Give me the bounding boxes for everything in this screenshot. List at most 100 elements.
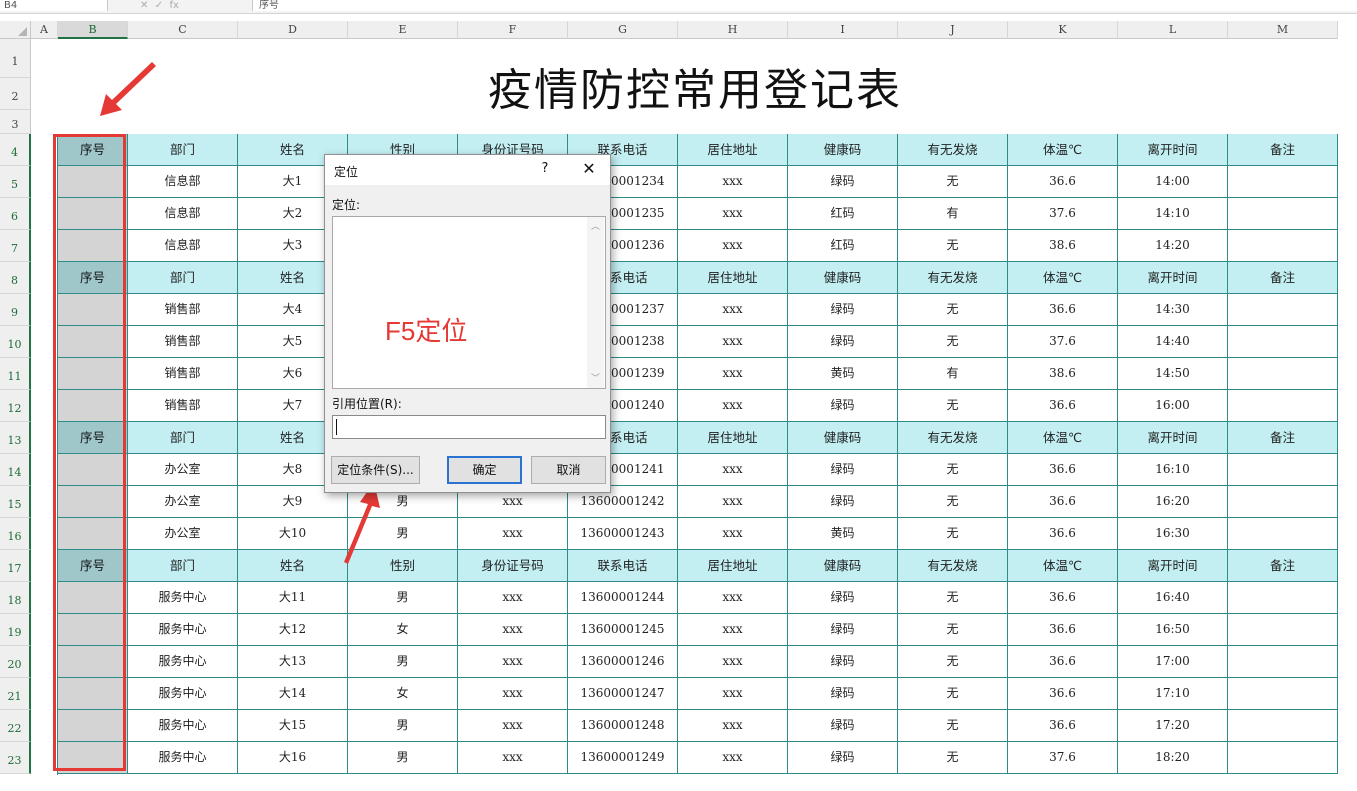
scroll-up-icon[interactable]: ︿ — [587, 219, 604, 232]
column-header-k[interactable]: K — [1008, 21, 1118, 39]
table-cell[interactable]: 男 — [348, 742, 458, 774]
table-cell[interactable]: 销售部 — [128, 326, 238, 358]
table-cell[interactable]: 服务中心 — [128, 582, 238, 614]
table-cell[interactable]: 有 — [898, 198, 1008, 230]
table-cell[interactable]: xxx — [458, 678, 568, 710]
table-cell[interactable] — [1228, 294, 1338, 326]
table-cell[interactable]: 无 — [898, 646, 1008, 678]
table-cell[interactable]: 红码 — [788, 230, 898, 262]
table-cell[interactable]: 服务中心 — [128, 614, 238, 646]
table-cell[interactable]: 无 — [898, 230, 1008, 262]
table-cell[interactable]: 大11 — [238, 582, 348, 614]
row-header-13[interactable]: 13 — [0, 422, 31, 454]
table-cell[interactable]: 女 — [348, 678, 458, 710]
table-cell[interactable] — [1228, 358, 1338, 390]
table-cell[interactable]: 13600001243 — [568, 518, 678, 550]
table-cell[interactable]: 13600001249 — [568, 742, 678, 774]
table-cell[interactable] — [1228, 326, 1338, 358]
table-cell[interactable]: xxx — [678, 294, 788, 326]
header-cell[interactable]: 体温℃ — [1008, 550, 1118, 582]
table-cell[interactable]: 无 — [898, 582, 1008, 614]
table-cell[interactable] — [1228, 518, 1338, 550]
table-cell[interactable]: 14:40 — [1118, 326, 1228, 358]
close-icon[interactable]: ✕ — [577, 158, 601, 180]
table-cell[interactable]: 绿码 — [788, 710, 898, 742]
table-cell[interactable]: 男 — [348, 710, 458, 742]
row-header-3[interactable]: 3 — [0, 110, 31, 134]
column-header-j[interactable]: J — [898, 21, 1008, 39]
table-cell[interactable]: 13600001244 — [568, 582, 678, 614]
table-cell[interactable]: xxx — [678, 326, 788, 358]
header-cell[interactable]: 居住地址 — [678, 550, 788, 582]
table-cell[interactable]: 36.6 — [1008, 710, 1118, 742]
table-cell[interactable]: 14:10 — [1118, 198, 1228, 230]
row-header-22[interactable]: 22 — [0, 710, 31, 742]
row-header-6[interactable]: 6 — [0, 198, 31, 230]
table-cell[interactable]: xxx — [678, 614, 788, 646]
header-cell[interactable]: 离开时间 — [1118, 262, 1228, 294]
table-cell[interactable]: 办公室 — [128, 486, 238, 518]
row-header-17[interactable]: 17 — [0, 550, 31, 582]
table-cell[interactable]: 大16 — [238, 742, 348, 774]
table-cell[interactable] — [1228, 582, 1338, 614]
table-cell[interactable]: 销售部 — [128, 294, 238, 326]
table-cell[interactable]: 红码 — [788, 198, 898, 230]
row-header-1[interactable]: 1 — [0, 39, 31, 78]
header-cell[interactable]: 备注 — [1228, 262, 1338, 294]
table-cell[interactable]: 男 — [348, 646, 458, 678]
header-cell[interactable]: 居住地址 — [678, 262, 788, 294]
table-cell[interactable]: xxx — [458, 582, 568, 614]
table-cell[interactable]: 36.6 — [1008, 294, 1118, 326]
table-cell[interactable]: 36.6 — [1008, 166, 1118, 198]
table-cell[interactable]: 服务中心 — [128, 710, 238, 742]
table-cell[interactable]: 17:10 — [1118, 678, 1228, 710]
table-cell[interactable]: 17:20 — [1118, 710, 1228, 742]
table-cell[interactable]: 绿码 — [788, 454, 898, 486]
table-cell[interactable]: 无 — [898, 614, 1008, 646]
table-cell[interactable]: 14:50 — [1118, 358, 1228, 390]
fx-icon[interactable]: fx — [170, 0, 179, 11]
table-cell[interactable]: 16:00 — [1118, 390, 1228, 422]
table-cell[interactable]: 绿码 — [788, 294, 898, 326]
table-cell[interactable]: 36.6 — [1008, 614, 1118, 646]
row-header-9[interactable]: 9 — [0, 294, 31, 326]
table-cell[interactable]: xxx — [678, 454, 788, 486]
table-cell[interactable] — [1228, 486, 1338, 518]
table-cell[interactable] — [1228, 614, 1338, 646]
header-cell[interactable]: 离开时间 — [1118, 550, 1228, 582]
table-cell[interactable]: 无 — [898, 390, 1008, 422]
header-cell[interactable]: 身份证号码 — [458, 550, 568, 582]
table-cell[interactable] — [1228, 678, 1338, 710]
table-cell[interactable]: 16:20 — [1118, 486, 1228, 518]
table-cell[interactable]: 办公室 — [128, 518, 238, 550]
table-cell[interactable]: 绿码 — [788, 678, 898, 710]
table-cell[interactable]: 信息部 — [128, 230, 238, 262]
table-cell[interactable]: 13600001245 — [568, 614, 678, 646]
special-button[interactable]: 定位条件(S)... — [331, 456, 420, 484]
table-cell[interactable]: 13600001248 — [568, 710, 678, 742]
column-header-h[interactable]: H — [678, 21, 788, 39]
row-header-23[interactable]: 23 — [0, 742, 31, 774]
table-cell[interactable]: 36.6 — [1008, 390, 1118, 422]
header-cell[interactable]: 离开时间 — [1118, 134, 1228, 166]
header-cell[interactable]: 有无发烧 — [898, 134, 1008, 166]
header-cell[interactable]: 部门 — [128, 422, 238, 454]
table-cell[interactable]: 无 — [898, 710, 1008, 742]
table-cell[interactable]: xxx — [678, 646, 788, 678]
column-header-c[interactable]: C — [128, 21, 238, 39]
row-header-7[interactable]: 7 — [0, 230, 31, 262]
scroll-down-icon[interactable]: ﹀ — [587, 371, 604, 384]
table-cell[interactable]: 无 — [898, 518, 1008, 550]
table-cell[interactable]: xxx — [678, 582, 788, 614]
table-cell[interactable]: xxx — [678, 390, 788, 422]
table-cell[interactable]: 绿码 — [788, 390, 898, 422]
table-cell[interactable]: 绿码 — [788, 486, 898, 518]
table-cell[interactable]: 销售部 — [128, 390, 238, 422]
table-cell[interactable]: 信息部 — [128, 166, 238, 198]
header-cell[interactable]: 备注 — [1228, 422, 1338, 454]
table-cell[interactable]: 销售部 — [128, 358, 238, 390]
header-cell[interactable]: 姓名 — [238, 550, 348, 582]
name-box[interactable]: B4 — [0, 0, 108, 11]
header-cell[interactable]: 健康码 — [788, 262, 898, 294]
help-icon[interactable]: ? — [537, 161, 553, 176]
